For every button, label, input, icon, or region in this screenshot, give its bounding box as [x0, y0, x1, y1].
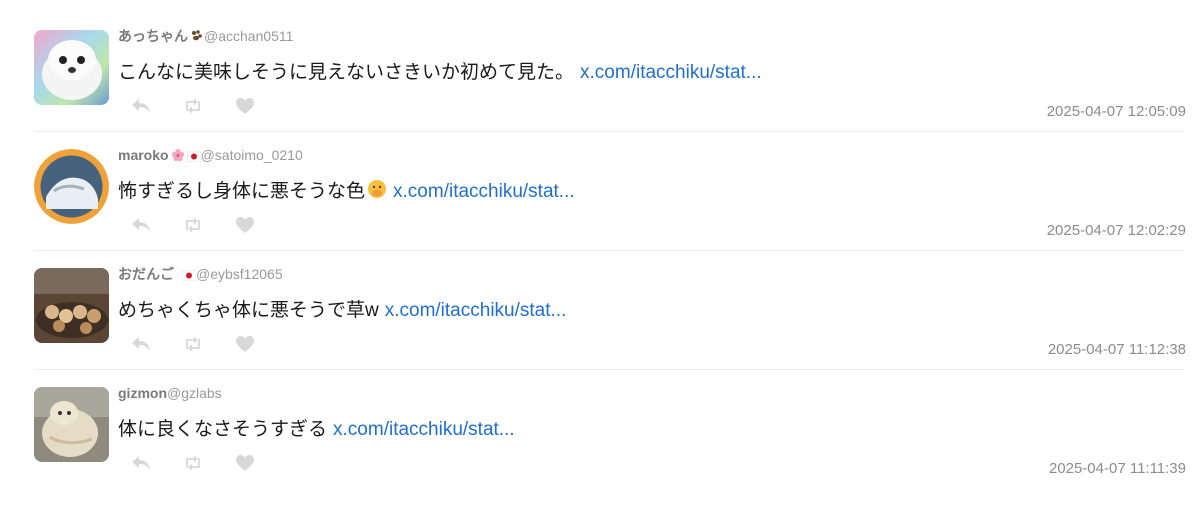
japan-flag-icon: [181, 266, 197, 286]
reply-icon[interactable]: [130, 215, 152, 235]
tweet-actions: [130, 215, 256, 235]
tweet-timestamp: 2025-04-07 11:12:38: [1047, 341, 1186, 358]
cherry-blossom-icon: [171, 147, 185, 167]
reply-icon[interactable]: [130, 96, 152, 116]
tweet-actions: [130, 453, 256, 473]
tweet-text: こんなに美味しそうに見えないさきいか初めて見た。 x.com/itacchiku/…: [118, 60, 762, 86]
tweet-feed: あっちゃん @acchan0511 こんなに美味しそうに見えないさきいか初めて見た…: [34, 16, 1186, 491]
tweet-header: あっちゃん @acchan0511: [118, 26, 293, 48]
tweet-link[interactable]: x.com/itacchiku/stat...: [393, 181, 575, 202]
tweet-item: おだんご @eybsf12065 めちゃくちゃ体に悪そうで草w x.com/itac…: [34, 254, 1186, 370]
user-avatar[interactable]: [34, 268, 109, 343]
like-icon[interactable]: [234, 334, 256, 354]
retweet-icon[interactable]: [182, 96, 204, 116]
tweet-body: めちゃくちゃ体に悪そうで草w: [118, 300, 379, 321]
tweet-text: めちゃくちゃ体に悪そうで草w x.com/itacchiku/stat...: [118, 298, 566, 324]
retweet-icon[interactable]: [182, 215, 204, 235]
paw-prints-icon: [190, 28, 204, 48]
tweet-header: gizmon@gzlabs: [118, 383, 222, 403]
tweet-item: maroko @satoimo_0210 怖すぎるし身体に悪そうな色 x.com/i…: [34, 135, 1186, 251]
tweet-header: おだんご @eybsf12065: [118, 264, 283, 286]
tweet-text: 怖すぎるし身体に悪そうな色 x.com/itacchiku/stat...: [118, 179, 575, 207]
tweet-actions: [130, 334, 256, 354]
tweet-body: 体に良くなさそうすぎる: [118, 419, 328, 440]
japan-flag-icon: [186, 147, 201, 167]
retweet-icon[interactable]: [182, 334, 204, 354]
tweet-header: maroko @satoimo_0210: [118, 145, 303, 167]
like-icon[interactable]: [234, 96, 256, 116]
like-icon[interactable]: [234, 215, 256, 235]
user-name[interactable]: maroko: [118, 147, 169, 163]
tweet-timestamp: 2025-04-07 11:11:39: [1048, 460, 1186, 477]
tweet-timestamp: 2025-04-07 12:05:09: [1046, 103, 1186, 120]
user-name[interactable]: あっちゃん: [118, 28, 188, 44]
user-name[interactable]: おだんご: [118, 266, 174, 282]
tweet-body: 怖すぎるし身体に悪そうな色: [118, 181, 366, 202]
user-avatar[interactable]: [34, 149, 109, 224]
face-with-hand-over-mouth-icon: [367, 179, 387, 207]
tweet-item: gizmon@gzlabs 体に良くなさそうすぎる x.com/itacchiku…: [34, 373, 1186, 488]
tweet-link[interactable]: x.com/itacchiku/stat...: [385, 300, 567, 321]
retweet-icon[interactable]: [182, 453, 204, 473]
user-handle[interactable]: @satoimo_0210: [201, 147, 303, 163]
like-icon[interactable]: [234, 453, 256, 473]
user-name[interactable]: gizmon: [118, 385, 167, 401]
tweet-timestamp: 2025-04-07 12:02:29: [1046, 222, 1186, 239]
tweet-link[interactable]: x.com/itacchiku/stat...: [580, 62, 762, 83]
user-avatar[interactable]: [34, 387, 109, 462]
tweet-link[interactable]: x.com/itacchiku/stat...: [333, 419, 515, 440]
user-handle[interactable]: @eybsf12065: [196, 266, 283, 282]
user-avatar[interactable]: [34, 30, 109, 105]
tweet-body: こんなに美味しそうに見えないさきいか初めて見た。: [118, 62, 575, 83]
reply-icon[interactable]: [130, 334, 152, 354]
tweet-text: 体に良くなさそうすぎる x.com/itacchiku/stat...: [118, 417, 515, 443]
tweet-actions: [130, 96, 256, 116]
reply-icon[interactable]: [130, 453, 152, 473]
user-handle[interactable]: @gzlabs: [167, 385, 222, 401]
tweet-item: あっちゃん @acchan0511 こんなに美味しそうに見えないさきいか初めて見た…: [34, 16, 1186, 132]
user-handle[interactable]: @acchan0511: [204, 28, 293, 44]
